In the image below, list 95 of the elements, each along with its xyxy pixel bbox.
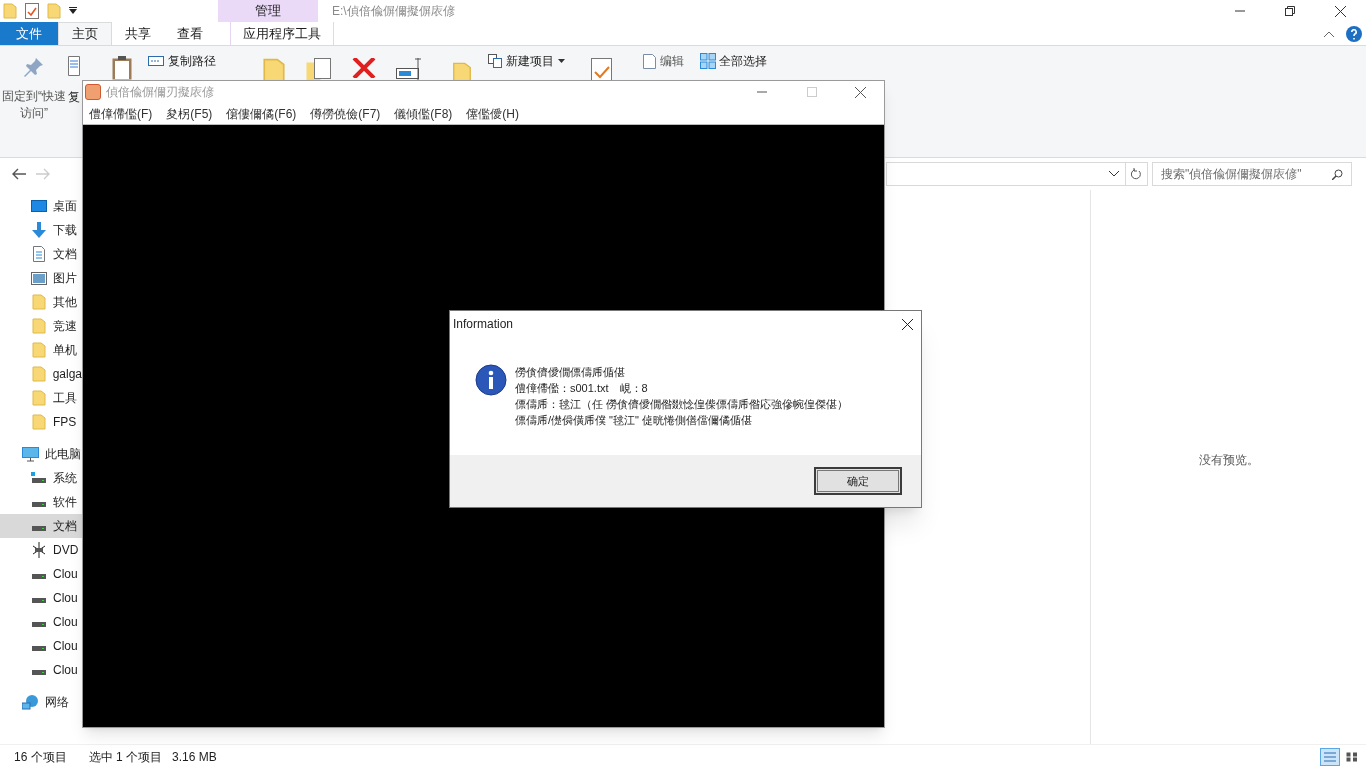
ribbon-tab[interactable]: 共享 — [112, 22, 164, 45]
dialog-message-line: 僗僋儕僾僩僄儔乕偱偡 — [515, 365, 626, 380]
search-icon — [1332, 168, 1343, 180]
dialog-message-line: 僄儔乕：毬江（任 僗僋儕僾僩偺敪惗偟偨僄儔乕偺応強傪帵偟傑偡） — [515, 397, 849, 412]
dialog-message-line: 僄儔乕/儊僢僙乕僕 "毬江" 偼晄惓側僐儅儞僪偱偡 — [515, 413, 753, 428]
folder-icon — [47, 3, 61, 19]
folder-icon — [3, 3, 17, 19]
close-icon[interactable] — [855, 86, 866, 98]
folder-icon — [32, 414, 46, 430]
sidebar-item[interactable]: 单机 — [0, 338, 82, 362]
edit-button[interactable]: 编辑 — [643, 52, 684, 70]
app-window-title: 偵偣偸偋儞刃擬庡偐 — [106, 84, 214, 101]
selection-count: 选中 1 个项目 — [88, 748, 163, 766]
grid-icon — [700, 53, 716, 69]
document-icon — [33, 246, 45, 262]
ribbon-tab[interactable]: 文件 — [0, 22, 58, 45]
folder-icon — [32, 318, 46, 334]
ribbon-tab[interactable]: 应用程序工具 — [230, 22, 334, 45]
computer-icon — [22, 446, 39, 462]
refresh-icon — [1131, 168, 1142, 180]
info-icon — [475, 364, 507, 396]
pin-button[interactable]: 固定到“快速访问” — [0, 56, 68, 122]
refresh-button[interactable] — [1126, 162, 1148, 186]
window-title: E:\偵偣偸偋儞擬偋庡偐 — [332, 3, 455, 20]
app-icon — [85, 84, 101, 100]
sidebar-item[interactable]: 竞速 — [0, 314, 82, 338]
new-item-button[interactable]: 新建项目 — [488, 52, 565, 70]
monitor-icon — [31, 199, 47, 213]
delete-x-icon[interactable] — [352, 58, 376, 78]
sidebar-item[interactable]: Clou — [0, 562, 82, 586]
folder-icon — [32, 294, 46, 310]
ribbon-tab[interactable]: 主页 — [58, 22, 112, 45]
menu-item[interactable]: 僼傽僀儖(F) — [89, 104, 153, 123]
new-item-icon — [488, 54, 502, 68]
menu-item[interactable]: 儀傾儖(F8) — [394, 104, 453, 123]
sidebar-item[interactable]: 系统 — [0, 466, 82, 490]
address-field[interactable] — [886, 162, 1126, 186]
caret-icon[interactable] — [69, 7, 77, 15]
sidebar-item[interactable]: Clou — [0, 610, 82, 634]
folder-icon — [32, 390, 46, 406]
help-icon[interactable] — [1346, 25, 1362, 42]
sidebar-item[interactable]: Clou — [0, 658, 82, 682]
sidebar-item[interactable]: 文档 — [0, 242, 82, 266]
sidebar-item[interactable]: Clou — [0, 586, 82, 610]
chevron-down-icon[interactable] — [1109, 171, 1119, 177]
down-arrow-icon — [32, 222, 46, 238]
close-icon[interactable] — [1335, 5, 1346, 17]
folder-icon — [31, 366, 46, 382]
sidebar-item[interactable]: DVD — [0, 538, 82, 562]
copy-label: 复 — [68, 89, 80, 106]
drive-icon — [31, 472, 47, 484]
folder-icon — [32, 342, 46, 358]
pin-icon — [23, 56, 45, 78]
path-icon — [148, 56, 164, 66]
select-all-button[interactable]: 全部选择 — [700, 52, 767, 70]
globe-icon — [22, 694, 39, 710]
ok-button[interactable]: 确定 — [814, 467, 902, 495]
sidebar-item[interactable]: 图片 — [0, 266, 82, 290]
dialog-title: Information — [453, 316, 514, 333]
checkmark-document-icon[interactable] — [25, 3, 39, 19]
document-icon[interactable] — [68, 56, 80, 76]
dialog-message-line: 僼傽僀儖：s001.txt 峴：8 — [515, 381, 649, 396]
menu-item[interactable]: 僿儖僾(H) — [466, 104, 519, 123]
sidebar-item[interactable]: 下载 — [0, 218, 82, 242]
menu-item[interactable]: 僒僂儞僪(F6) — [226, 104, 297, 123]
list-icon — [1324, 751, 1336, 762]
chevron-up-icon[interactable] — [1324, 30, 1334, 37]
copy-documents-icon[interactable] — [306, 58, 332, 82]
sidebar-item[interactable]: 其他 — [0, 290, 82, 314]
sidebar-item[interactable]: 此电脑 — [0, 442, 82, 466]
picture-icon — [31, 271, 47, 285]
context-tab-header: 管理 — [218, 0, 318, 22]
menu-item[interactable]: 夋柺(F5) — [166, 104, 213, 123]
sidebar-item[interactable]: 网络 — [0, 690, 82, 714]
checkmark-document-icon[interactable] — [591, 58, 613, 82]
preview-message: 没有预览。 — [1198, 452, 1259, 469]
copy-path-button[interactable]: 复制路径 — [148, 52, 216, 70]
item-count: 16 个项目 — [14, 748, 67, 766]
close-icon[interactable] — [902, 318, 913, 330]
search-field[interactable]: 搜索"偵偣偸偋儞擬偋庡偐" — [1152, 162, 1352, 186]
back-arrow-icon[interactable] — [12, 168, 26, 180]
ribbon-tab[interactable]: 查看 — [164, 22, 216, 45]
sidebar-item[interactable]: 文档 — [0, 514, 82, 538]
sidebar-item[interactable]: 工具 — [0, 386, 82, 410]
menu-item[interactable]: 僔僗僥儉(F7) — [310, 104, 381, 123]
sidebar-item[interactable]: FPS — [0, 410, 82, 434]
sidebar-item[interactable]: 软件 — [0, 490, 82, 514]
sidebar-item[interactable]: galga — [0, 362, 82, 386]
clipboard-icon[interactable] — [112, 56, 132, 80]
restore-icon[interactable] — [1285, 6, 1295, 16]
sidebar-item[interactable]: 桌面 — [0, 194, 82, 218]
grid-icon — [1346, 751, 1358, 762]
selection-size: 3.16 MB — [172, 748, 217, 766]
sidebar-item[interactable]: Clou — [0, 634, 82, 658]
caret-icon — [558, 59, 565, 63]
